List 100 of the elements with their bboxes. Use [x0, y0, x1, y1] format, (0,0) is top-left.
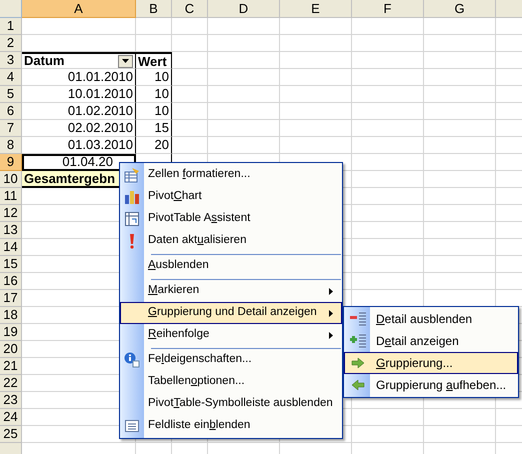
submenu-arrow-icon	[329, 288, 333, 294]
menu-item[interactable]: Detail ausblenden	[344, 308, 518, 330]
row-header[interactable]: 15	[0, 256, 22, 273]
table-cell	[172, 18, 208, 35]
row-header[interactable]: 24	[0, 409, 22, 426]
row-header[interactable]: 23	[0, 392, 22, 409]
right-arrow-icon	[351, 357, 365, 369]
column-header[interactable]: A	[22, 0, 136, 18]
column-header[interactable]: E	[280, 0, 352, 18]
table-cell	[208, 120, 280, 137]
table-cell: 10	[136, 69, 172, 86]
row-header[interactable]: 4	[0, 69, 22, 86]
column-title: Datum	[24, 54, 64, 68]
left-arrow-icon	[351, 379, 365, 391]
table-cell	[424, 256, 496, 273]
row-header[interactable]: 8	[0, 137, 22, 154]
menu-item[interactable]: Gruppierung...	[344, 352, 518, 374]
corner-cell[interactable]	[0, 0, 22, 18]
table-cell	[280, 69, 352, 86]
row-header[interactable]: 12	[0, 205, 22, 222]
table-cell	[424, 18, 496, 35]
table-cell	[352, 188, 424, 205]
menu-item[interactable]: Feldliste einblenden	[120, 415, 342, 437]
row-header[interactable]: 6	[0, 103, 22, 120]
column-header[interactable]: D	[208, 0, 280, 18]
table-cell	[352, 256, 424, 273]
menu-item[interactable]: Gruppierung und Detail anzeigen	[120, 302, 342, 324]
table-cell	[352, 239, 424, 256]
table-cell	[208, 103, 280, 120]
table-cell: Wert	[136, 52, 172, 69]
table-cell	[136, 35, 172, 52]
menu-item[interactable]: Detail anzeigen	[344, 330, 518, 352]
table-cell	[280, 137, 352, 154]
row-header[interactable]: 2	[0, 35, 22, 52]
row-header[interactable]: 1	[0, 18, 22, 35]
row-header[interactable]: 21	[0, 358, 22, 375]
table-cell	[208, 18, 280, 35]
table-cell	[352, 86, 424, 103]
table-cell	[280, 52, 352, 69]
row-header[interactable]: 13	[0, 222, 22, 239]
table-cell: 02.02.2010	[22, 120, 136, 137]
table-cell	[172, 86, 208, 103]
table-cell	[352, 171, 424, 188]
table-cell	[424, 69, 496, 86]
column-header[interactable]: F	[352, 0, 424, 18]
menu-item[interactable]: Markieren	[120, 277, 342, 302]
submenu-arrow-icon	[329, 332, 333, 338]
row-header[interactable]: 7	[0, 120, 22, 137]
row-header[interactable]: 5	[0, 86, 22, 103]
table-cell	[424, 154, 496, 171]
list-icon	[124, 418, 140, 434]
table-cell	[424, 222, 496, 239]
menu-item[interactable]: Feldeigenschaften...	[120, 346, 342, 371]
column-header[interactable]	[496, 0, 522, 18]
table-cell	[352, 137, 424, 154]
table-cell	[280, 86, 352, 103]
table-cell	[424, 86, 496, 103]
column-header[interactable]: B	[136, 0, 172, 18]
table-cell: 20	[136, 137, 172, 154]
column-header[interactable]: G	[424, 0, 496, 18]
submenu-arrow-icon	[329, 310, 333, 316]
table-cell	[172, 69, 208, 86]
table-cell	[424, 426, 496, 443]
menu-item[interactable]: PivotChart	[120, 186, 342, 208]
minus-lines-icon	[349, 311, 367, 327]
row-header[interactable]: 14	[0, 239, 22, 256]
table-cell: 01.04.20	[22, 154, 136, 171]
row-header[interactable]: 25	[0, 426, 22, 443]
menu-item[interactable]: Reihenfolge	[120, 324, 342, 346]
table-cell	[352, 222, 424, 239]
row-header[interactable]: 3	[0, 52, 22, 69]
row-header[interactable]: 10	[0, 171, 22, 188]
table-cell	[424, 171, 496, 188]
table-cell	[280, 120, 352, 137]
table-cell	[352, 120, 424, 137]
row-header[interactable]: 17	[0, 290, 22, 307]
row-header[interactable]: 9	[0, 154, 22, 171]
menu-item[interactable]: Gruppierung aufheben...	[344, 374, 518, 396]
row-header[interactable]: 18	[0, 307, 22, 324]
column-header[interactable]: C	[172, 0, 208, 18]
row-header[interactable]: 20	[0, 341, 22, 358]
menu-item[interactable]: PivotTable-Symbolleiste ausblenden	[120, 393, 342, 415]
exclamation-icon	[128, 233, 136, 249]
menu-item[interactable]: PivotTable Assistent	[120, 208, 342, 230]
menu-item[interactable]: Tabellenoptionen...	[120, 371, 342, 393]
menu-item[interactable]: Ausblenden	[120, 252, 342, 277]
table-cell	[424, 35, 496, 52]
table-cell	[136, 18, 172, 35]
menu-item[interactable]: Daten aktualisieren	[120, 230, 342, 252]
table-cell	[208, 52, 280, 69]
row-header[interactable]: 11	[0, 188, 22, 205]
row-header[interactable]: 22	[0, 375, 22, 392]
table-cell	[208, 35, 280, 52]
table-cell	[352, 154, 424, 171]
table-cell	[172, 120, 208, 137]
row-header[interactable]: 19	[0, 324, 22, 341]
dropdown-button[interactable]	[118, 54, 133, 68]
table-cell	[280, 35, 352, 52]
row-header[interactable]: 16	[0, 273, 22, 290]
table-cell	[352, 205, 424, 222]
